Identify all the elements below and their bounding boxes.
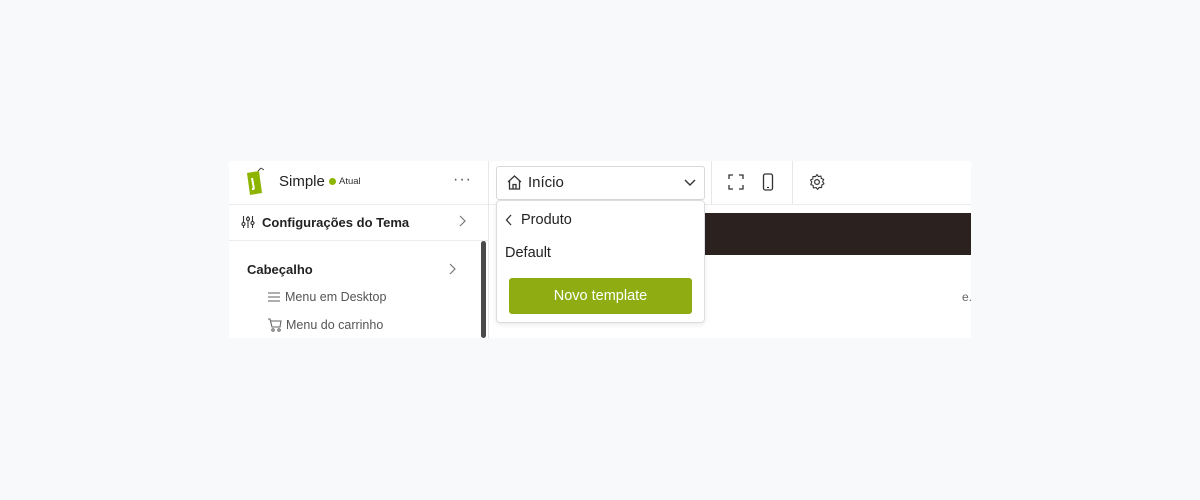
template-option-default[interactable]: Default <box>505 245 551 261</box>
sliders-icon <box>241 216 255 228</box>
sidebar: Simple Atual ··· Configurações do Tema C… <box>229 161 489 338</box>
chevron-left-icon <box>505 214 512 226</box>
sidebar-item-desktop-menu[interactable]: Menu em Desktop <box>267 290 386 304</box>
status-dot <box>329 178 336 185</box>
theme-settings-row[interactable]: Configurações do Tema <box>229 205 488 241</box>
cart-icon <box>268 318 282 332</box>
chevron-down-icon <box>684 179 696 186</box>
menu-icon <box>268 292 280 302</box>
page-select[interactable]: Início <box>496 166 705 200</box>
chevron-right-icon <box>449 263 456 275</box>
toolbar-divider <box>711 161 712 204</box>
sidebar-item-label: Menu do carrinho <box>286 318 384 332</box>
new-template-button[interactable]: Novo template <box>509 278 692 314</box>
settings-icon[interactable] <box>808 173 826 191</box>
section-header-cabecalho[interactable]: Cabeçalho <box>247 262 313 277</box>
toolbar-divider <box>792 161 793 204</box>
top-toolbar: Início <box>489 161 971 205</box>
sidebar-scrollbar[interactable] <box>481 241 486 338</box>
fullscreen-icon[interactable] <box>727 173 745 191</box>
badge-label: Atual <box>339 176 361 187</box>
chevron-right-icon <box>459 215 466 227</box>
theme-header: Simple Atual ··· <box>229 161 488 205</box>
status-badge: Atual <box>329 176 361 187</box>
template-dropdown: Produto Default Novo template <box>496 200 705 323</box>
theme-name: Simple <box>279 173 325 190</box>
sidebar-item-cart-menu[interactable]: Menu do carrinho <box>267 318 383 332</box>
sidebar-item-label: Menu em Desktop <box>285 290 387 304</box>
mobile-icon[interactable] <box>759 173 777 191</box>
back-label: Produto <box>521 212 572 228</box>
logo-icon <box>247 167 265 195</box>
more-options-button[interactable]: ··· <box>453 171 472 189</box>
preview-text-fragment: e... <box>962 290 971 304</box>
theme-settings-label: Configurações do Tema <box>262 215 410 230</box>
page-select-value: Início <box>528 174 564 191</box>
home-icon <box>507 175 522 190</box>
back-to-produto[interactable]: Produto <box>505 212 572 228</box>
